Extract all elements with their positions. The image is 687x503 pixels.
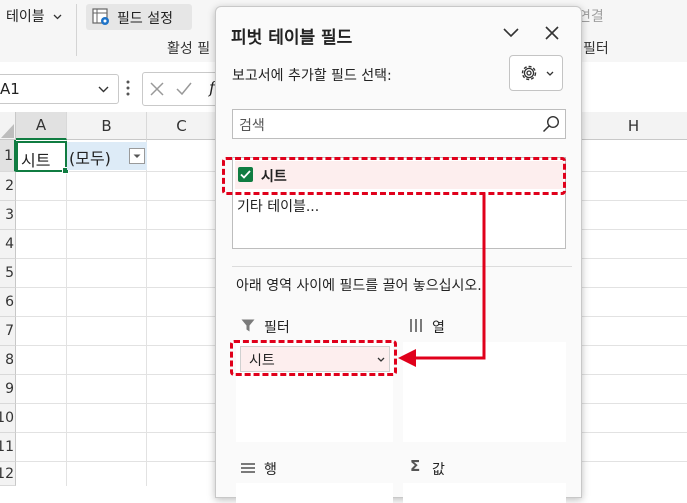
rows-area-dropzone[interactable] <box>236 483 393 503</box>
annotation-arrow <box>398 193 486 367</box>
values-area-dropzone[interactable] <box>403 483 566 503</box>
